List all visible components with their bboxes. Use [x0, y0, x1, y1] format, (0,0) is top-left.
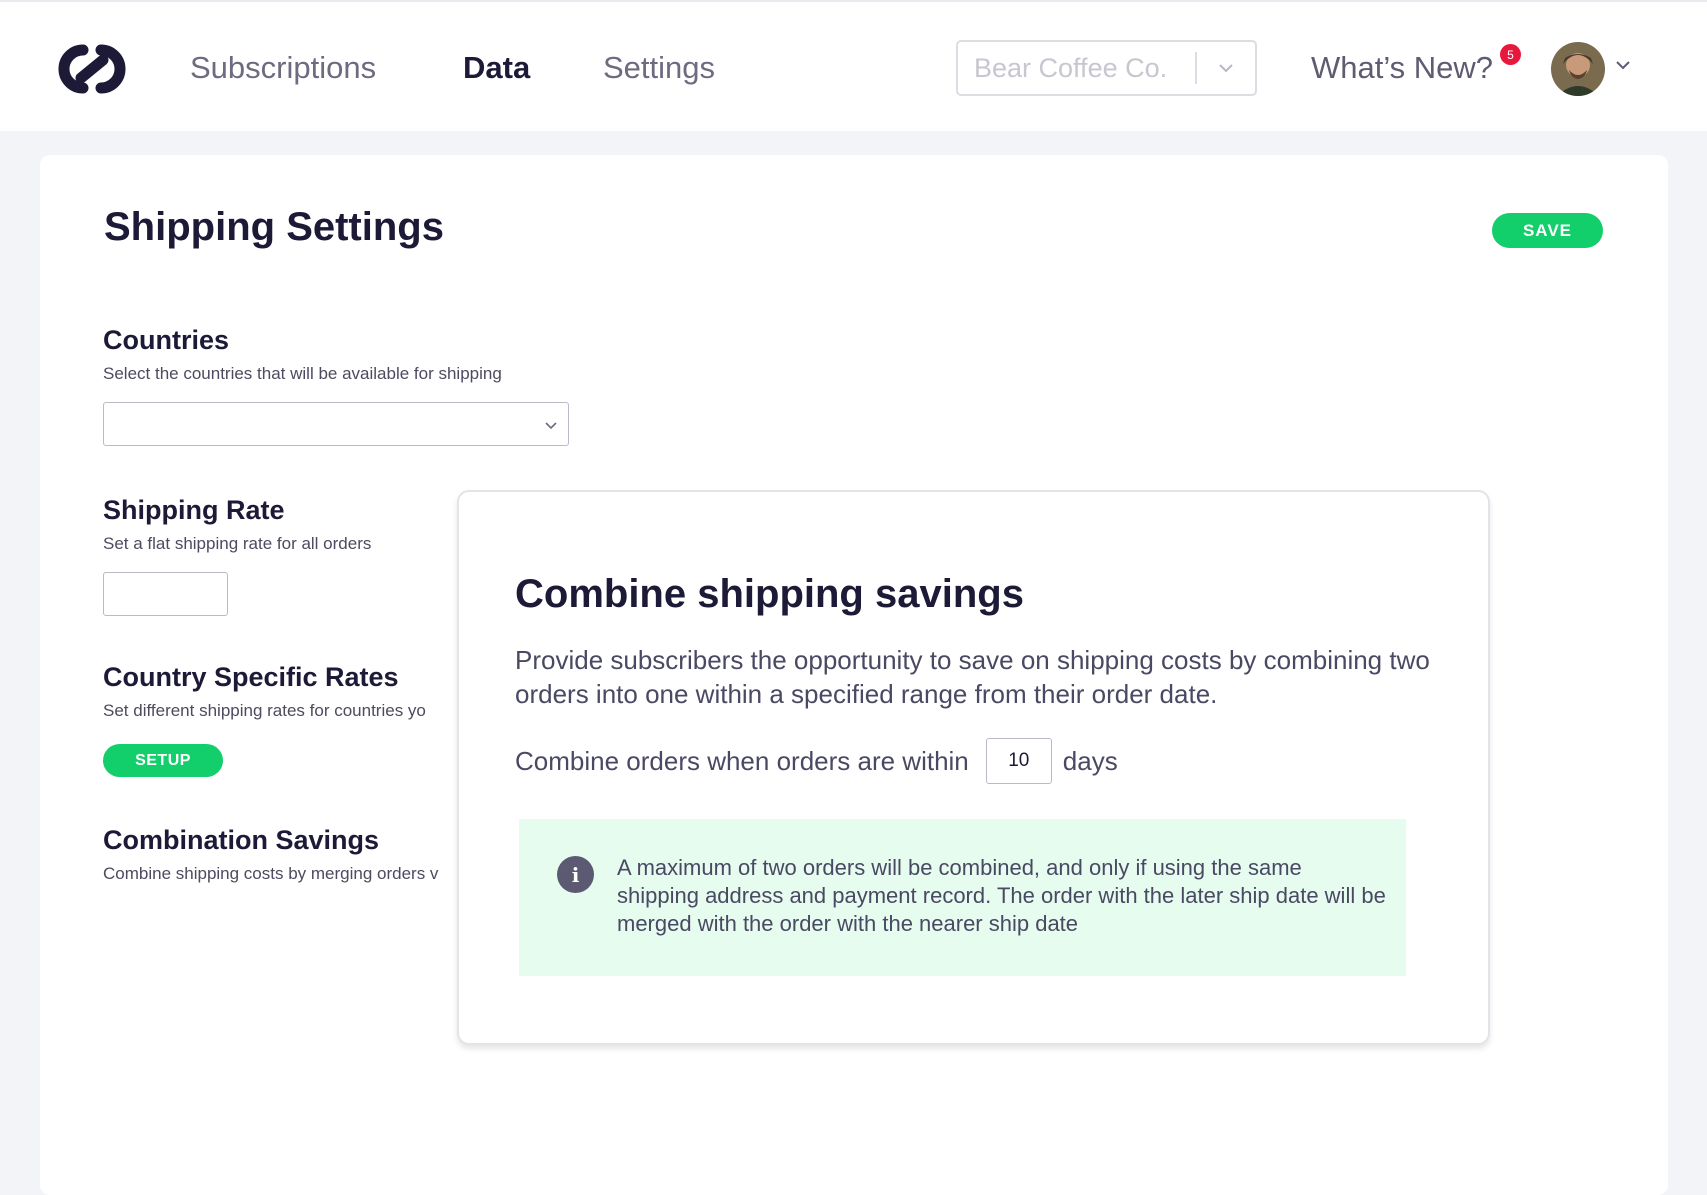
- setup-button[interactable]: SETUP: [103, 744, 223, 777]
- shipping-rate-description: Set a flat shipping rate for all orders: [103, 534, 372, 553]
- save-button[interactable]: SAVE: [1492, 213, 1603, 248]
- whats-new-link[interactable]: What’s New?: [1311, 50, 1493, 86]
- modal-description: Provide subscribers the opportunity to s…: [515, 645, 1430, 709]
- nav-data[interactable]: Data: [463, 50, 530, 86]
- nav-subscriptions[interactable]: Subscriptions: [190, 50, 376, 86]
- info-icon: i: [557, 856, 594, 893]
- notification-badge: 5: [1500, 44, 1521, 65]
- page-title: Shipping Settings: [104, 205, 444, 249]
- countries-select[interactable]: [103, 402, 569, 446]
- modal-title: Combine shipping savings: [515, 572, 1024, 616]
- avatar[interactable]: [1551, 42, 1605, 96]
- store-select-value: Bear Coffee Co.: [974, 52, 1168, 83]
- days-input[interactable]: 10: [985, 738, 1052, 784]
- combine-days-row: Combine orders when orders are within 10…: [515, 738, 1118, 784]
- user-avatar-icon: [1551, 42, 1605, 96]
- combination-title: Combination Savings: [103, 825, 380, 855]
- store-select[interactable]: Bear Coffee Co.: [956, 40, 1257, 96]
- country-rates-description: Set different shipping rates for countri…: [103, 701, 426, 720]
- chevron-down-icon: [544, 417, 558, 435]
- countries-description: Select the countries that will be availa…: [103, 364, 502, 383]
- top-navigation-bar: Subscriptions Data Settings Bear Coffee …: [0, 0, 1707, 131]
- chevron-down-icon: [1197, 63, 1255, 73]
- nav-settings[interactable]: Settings: [603, 50, 715, 86]
- brand-logo-icon[interactable]: [53, 40, 131, 98]
- countries-title: Countries: [103, 325, 230, 355]
- shipping-rate-title: Shipping Rate: [103, 495, 285, 525]
- combine-suffix-label: days: [1062, 745, 1118, 776]
- info-text: A maximum of two orders will be combined…: [617, 855, 1386, 936]
- shipping-rate-input[interactable]: [103, 572, 228, 616]
- combination-description: Combine shipping costs by merging orders…: [103, 864, 439, 883]
- account-chevron-down-icon[interactable]: [1615, 57, 1631, 75]
- combine-prefix-label: Combine orders when orders are within: [515, 745, 969, 776]
- country-rates-title: Country Specific Rates: [103, 662, 399, 692]
